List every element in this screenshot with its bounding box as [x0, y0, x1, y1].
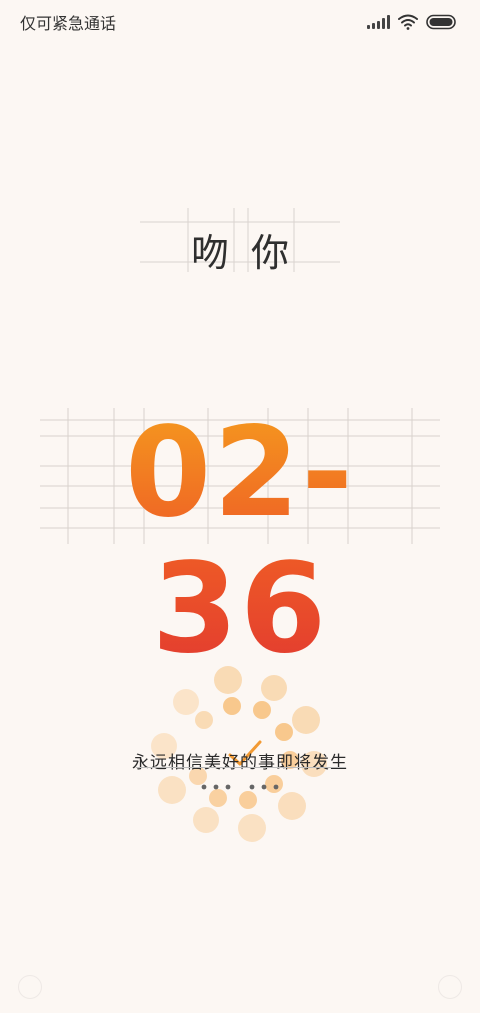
camera-icon[interactable] [18, 975, 42, 999]
motto-underline [136, 767, 346, 768]
flashlight-icon[interactable] [438, 975, 462, 999]
signal-icon [367, 15, 390, 29]
clock-time: 02-36 [40, 405, 440, 677]
lock-title: 吻你 [190, 231, 311, 275]
lock-screen: 仅可紧急通话 吻你 02-36 永远相信美好的事即将发生 [0, 0, 480, 1013]
carrier-label: 仅可紧急通话 [20, 14, 117, 33]
status-icons [367, 12, 458, 32]
motto-text: 永远相信美好的事即将发生 [132, 753, 348, 773]
wifi-icon [398, 14, 418, 30]
battery-icon [426, 14, 456, 30]
status-bar: 仅可紧急通话 [0, 0, 480, 42]
